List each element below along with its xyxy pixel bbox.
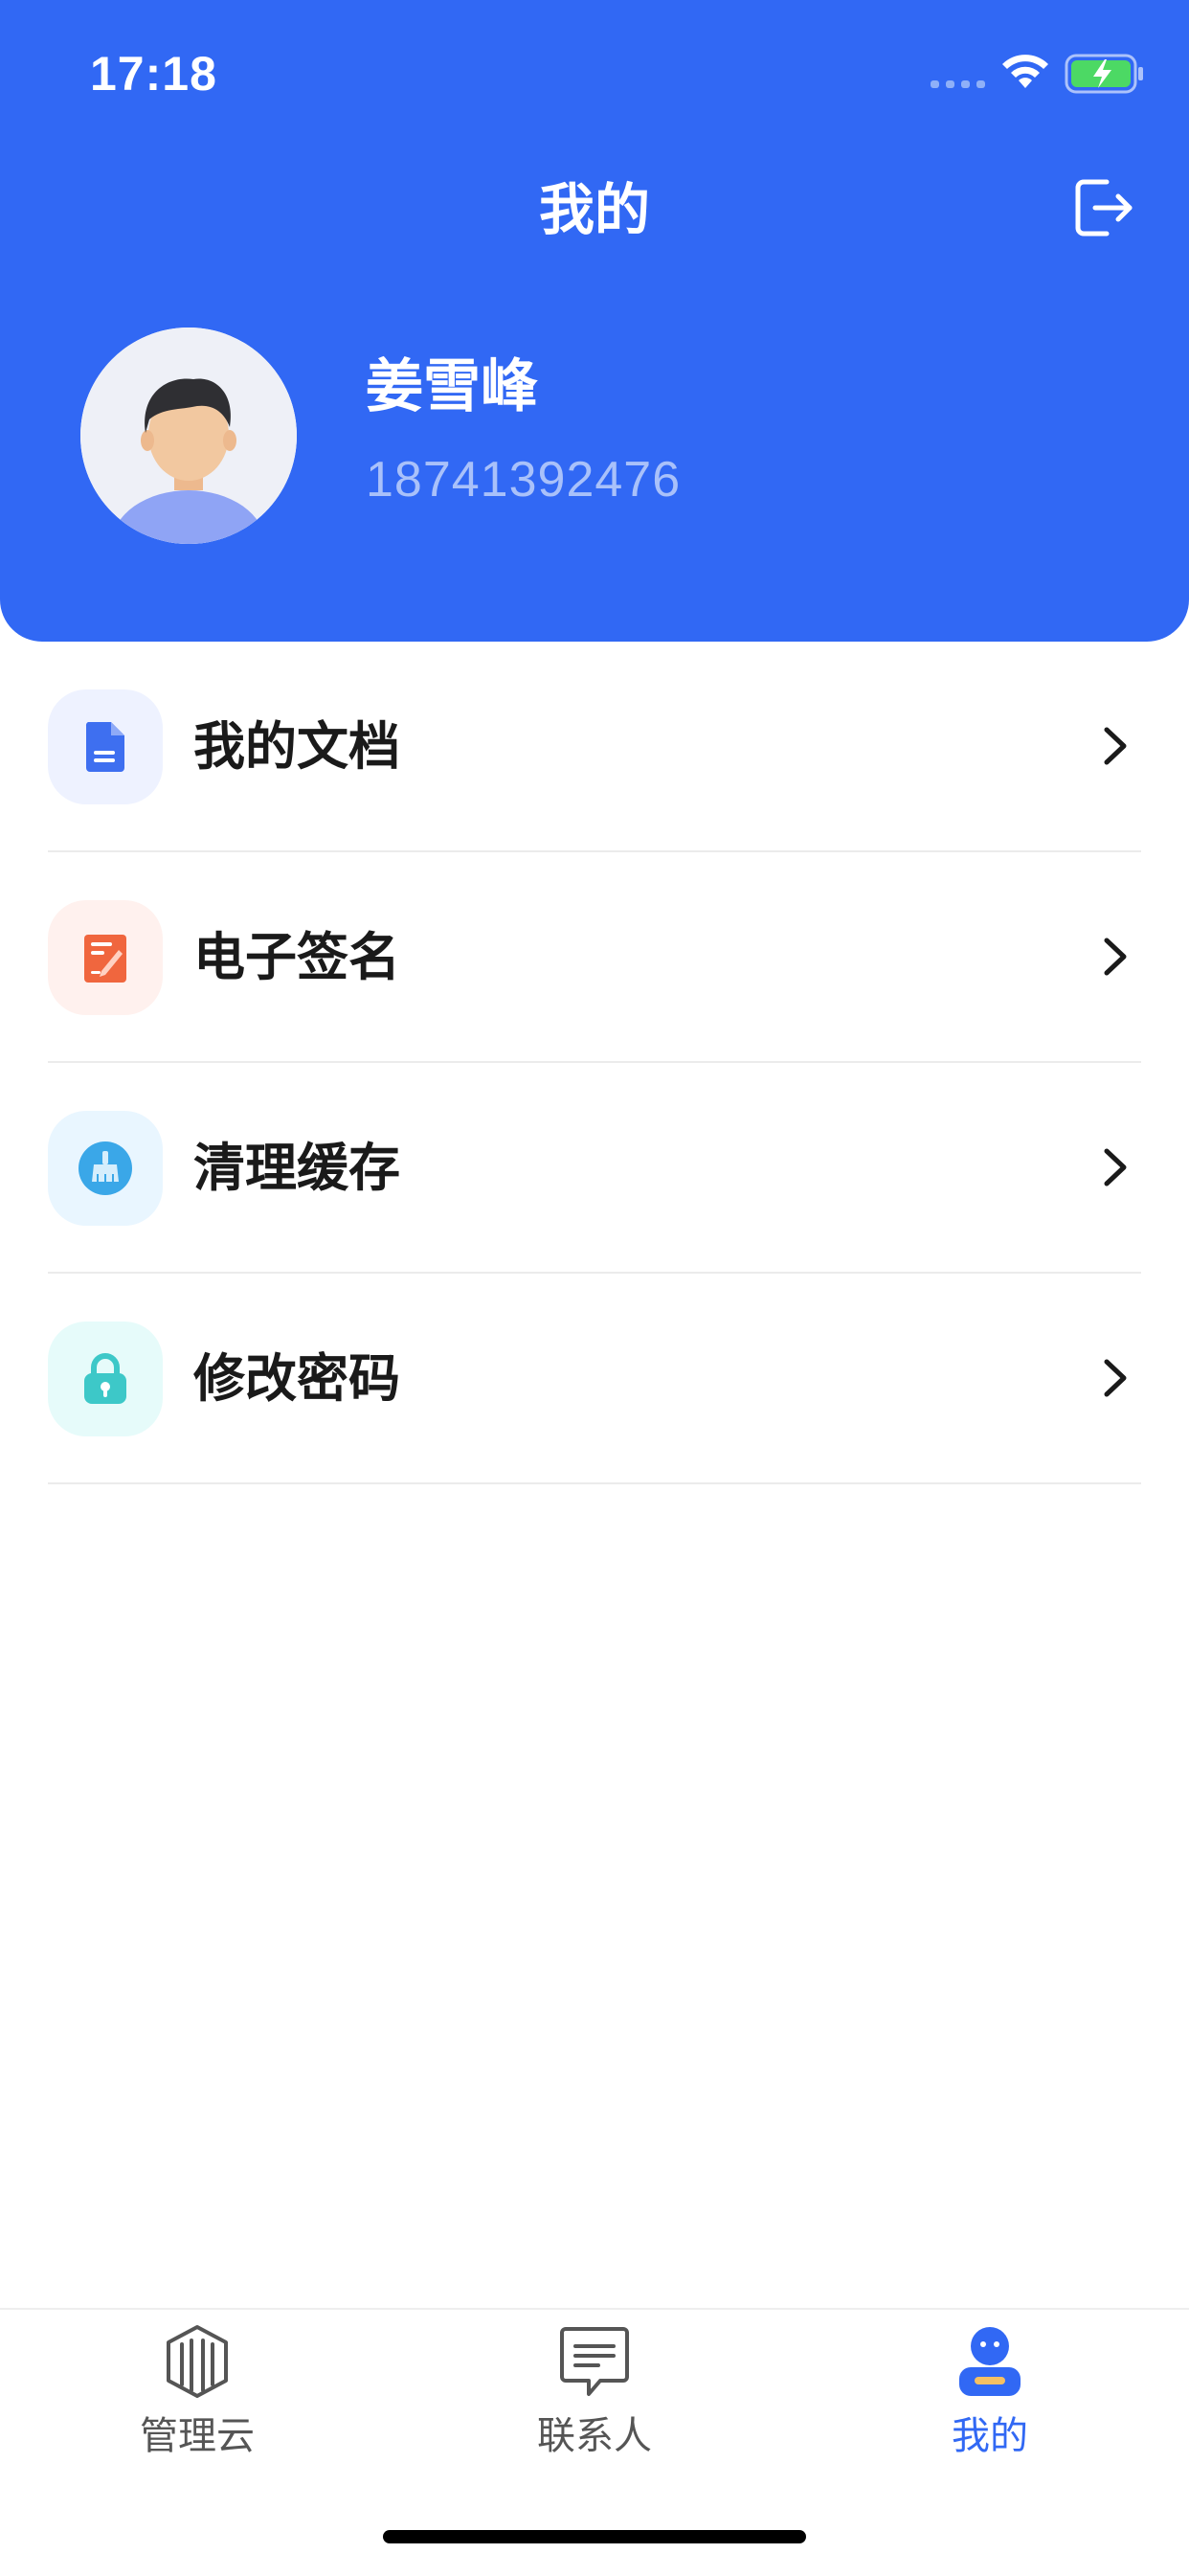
menu-icon-container (48, 689, 163, 804)
menu-icon-container (48, 1111, 163, 1226)
battery-charging-icon (1065, 54, 1143, 94)
status-time: 17:18 (90, 47, 217, 101)
menu-item-e-signature[interactable]: 电子签名 (48, 852, 1141, 1063)
profile-icon (959, 2327, 1021, 2396)
cellular-signal-icon (931, 80, 985, 88)
tab-label: 我的 (952, 2415, 1028, 2457)
tab-label: 联系人 (537, 2415, 652, 2457)
profile-header: 17:18 我的 姜雪峰 18741392476 (0, 0, 1189, 642)
lock-icon (84, 1353, 126, 1404)
signature-icon (84, 935, 126, 983)
wifi-icon (1002, 55, 1048, 88)
broom-icon (79, 1141, 132, 1195)
tab-label: 管理云 (140, 2415, 255, 2457)
menu-label: 电子签名 (193, 929, 400, 986)
avatar-icon (80, 328, 297, 544)
menu-label: 我的文档 (193, 718, 400, 776)
menu-icon-container (48, 900, 163, 1015)
menu-label: 修改密码 (193, 1350, 400, 1408)
settings-menu: 我的文档 电子签名 清理缓存 修改密码 (48, 642, 1141, 1484)
user-name: 姜雪峰 (366, 354, 538, 418)
logout-icon[interactable] (1072, 176, 1135, 239)
tab-me[interactable]: 我的 (846, 2323, 1133, 2476)
tab-management-cloud[interactable]: 管理云 (54, 2323, 341, 2476)
menu-icon-container (48, 1322, 163, 1436)
home-indicator (383, 2530, 806, 2543)
chevron-right-icon (1104, 1359, 1127, 1397)
menu-item-change-password[interactable]: 修改密码 (48, 1274, 1141, 1484)
page-title: 我的 (538, 179, 650, 241)
menu-item-my-documents[interactable]: 我的文档 (48, 642, 1141, 852)
user-phone: 18741392476 (366, 452, 682, 508)
building-icon (167, 2325, 228, 2398)
menu-item-clear-cache[interactable]: 清理缓存 (48, 1063, 1141, 1274)
chevron-right-icon (1104, 1148, 1127, 1186)
message-icon (560, 2327, 629, 2396)
tab-contacts[interactable]: 联系人 (451, 2323, 738, 2476)
menu-label: 清理缓存 (193, 1140, 400, 1197)
avatar[interactable] (80, 328, 297, 544)
chevron-right-icon (1104, 938, 1127, 976)
document-icon (85, 722, 124, 772)
chevron-right-icon (1104, 727, 1127, 765)
